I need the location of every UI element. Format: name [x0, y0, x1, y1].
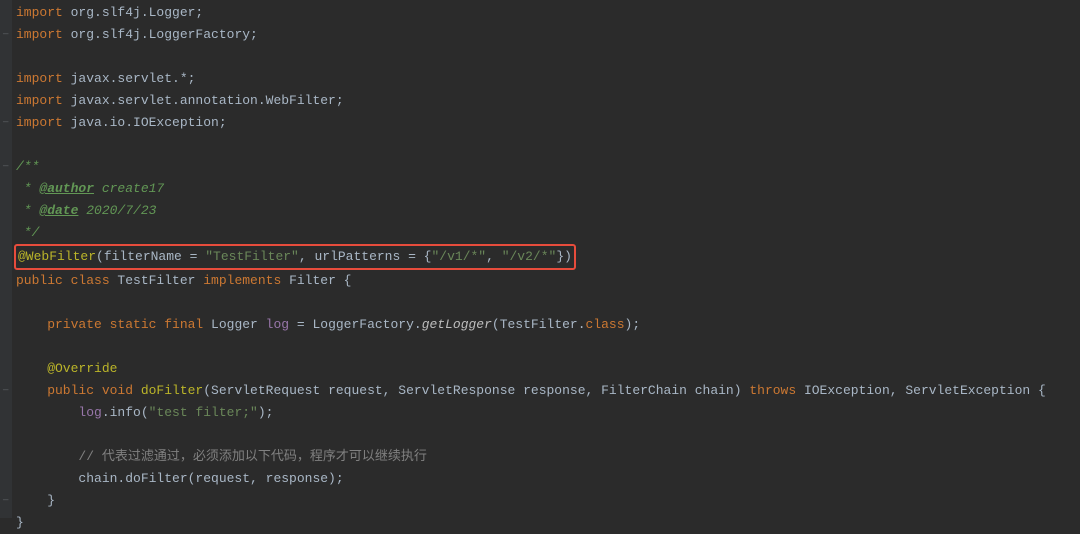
- code-line[interactable]: [12, 292, 1080, 314]
- code-line[interactable]: [12, 46, 1080, 68]
- statement: chain.doFilter(request, response);: [16, 471, 344, 486]
- keyword: public void: [16, 383, 141, 398]
- code-line[interactable]: import javax.servlet.annotation.WebFilte…: [12, 90, 1080, 112]
- code-line[interactable]: * @date 2020/7/23: [12, 200, 1080, 222]
- code-line[interactable]: */: [12, 222, 1080, 244]
- code-line[interactable]: — public void doFilter(ServletRequest re…: [12, 380, 1080, 402]
- keyword: throws: [749, 383, 804, 398]
- keyword-import: import: [16, 115, 63, 130]
- code-line[interactable]: * @author create17: [12, 178, 1080, 200]
- expr: );: [258, 405, 274, 420]
- code-line[interactable]: public class TestFilter implements Filte…: [12, 270, 1080, 292]
- keyword: class: [586, 317, 625, 332]
- fold-icon[interactable]: —: [3, 162, 11, 170]
- doc-tag-date: @date: [39, 203, 78, 218]
- keyword-import: import: [16, 93, 63, 108]
- keyword-import: import: [16, 27, 63, 42]
- keyword: private static final: [16, 317, 211, 332]
- class-name: TestFilter: [117, 273, 203, 288]
- anno-args: ,: [486, 249, 502, 264]
- interface-name: Filter {: [289, 273, 351, 288]
- expr: (TestFilter.: [492, 317, 586, 332]
- doc-comment: /**: [16, 159, 39, 174]
- code-line[interactable]: —import java.io.IOException;: [12, 112, 1080, 134]
- annotation-webfilter: @WebFilter: [18, 249, 96, 264]
- line-comment: // 代表过滤通过，必须添加以下代码，程序才可以继续执行: [16, 449, 427, 464]
- fold-icon[interactable]: —: [3, 30, 11, 38]
- code-line[interactable]: [12, 336, 1080, 358]
- anno-args: }): [556, 249, 572, 264]
- anno-args: (filterName =: [96, 249, 205, 264]
- code-line[interactable]: import org.slf4j.Logger;: [12, 2, 1080, 24]
- code-line[interactable]: —import org.slf4j.LoggerFactory;: [12, 24, 1080, 46]
- doc-tag-author: @author: [39, 181, 94, 196]
- params: (ServletRequest request, ServletResponse…: [203, 383, 749, 398]
- field-ref: log: [78, 405, 101, 420]
- doc-comment: *: [16, 203, 39, 218]
- keyword: implements: [203, 273, 289, 288]
- package-ref: javax.servlet.*;: [63, 71, 196, 86]
- string-literal: "test filter;": [149, 405, 258, 420]
- keyword-import: import: [16, 71, 63, 86]
- code-line[interactable]: — }: [12, 490, 1080, 512]
- doc-comment: 2020/7/23: [78, 203, 156, 218]
- code-line[interactable]: [12, 424, 1080, 446]
- doc-comment: */: [16, 225, 39, 240]
- indent: [16, 405, 78, 420]
- string-literal: "TestFilter": [205, 249, 299, 264]
- string-literal: "/v1/*": [431, 249, 486, 264]
- package-ref: java.io.IOException;: [63, 115, 227, 130]
- code-editor[interactable]: import org.slf4j.Logger; —import org.slf…: [0, 0, 1080, 534]
- package-ref: org.slf4j.LoggerFactory;: [63, 27, 258, 42]
- code-line[interactable]: log.info("test filter;");: [12, 402, 1080, 424]
- code-line[interactable]: —/**: [12, 156, 1080, 178]
- expr: );: [625, 317, 641, 332]
- method-call: .info(: [102, 405, 149, 420]
- highlight-annotation-box: @WebFilter(filterName = "TestFilter", ur…: [14, 244, 576, 270]
- type-name: Logger: [211, 317, 266, 332]
- exception-types: IOException, ServletException {: [804, 383, 1046, 398]
- package-ref: javax.servlet.annotation.WebFilter;: [63, 93, 344, 108]
- expr: = LoggerFactory.: [289, 317, 422, 332]
- code-line[interactable]: @Override: [12, 358, 1080, 380]
- annotation-override: @Override: [16, 361, 117, 376]
- code-line[interactable]: @WebFilter(filterName = "TestFilter", ur…: [12, 244, 1080, 270]
- fold-icon[interactable]: —: [3, 118, 11, 126]
- brace: }: [16, 515, 24, 530]
- package-ref: org.slf4j.Logger;: [63, 5, 203, 20]
- method-name: doFilter: [141, 383, 203, 398]
- code-line[interactable]: import javax.servlet.*;: [12, 68, 1080, 90]
- doc-comment: create17: [94, 181, 164, 196]
- field-name: log: [266, 317, 289, 332]
- fold-icon[interactable]: —: [3, 386, 11, 394]
- keyword: public class: [16, 273, 117, 288]
- anno-args: , urlPatterns = {: [299, 249, 432, 264]
- fold-icon[interactable]: —: [3, 496, 11, 504]
- keyword-import: import: [16, 5, 63, 20]
- code-line[interactable]: [12, 134, 1080, 156]
- brace: }: [16, 493, 55, 508]
- code-line[interactable]: }: [12, 512, 1080, 534]
- code-line[interactable]: private static final Logger log = Logger…: [12, 314, 1080, 336]
- code-line[interactable]: chain.doFilter(request, response);: [12, 468, 1080, 490]
- string-literal: "/v2/*": [502, 249, 557, 264]
- doc-comment: *: [16, 181, 39, 196]
- code-line[interactable]: // 代表过滤通过，必须添加以下代码，程序才可以继续执行: [12, 446, 1080, 468]
- static-method: getLogger: [422, 317, 492, 332]
